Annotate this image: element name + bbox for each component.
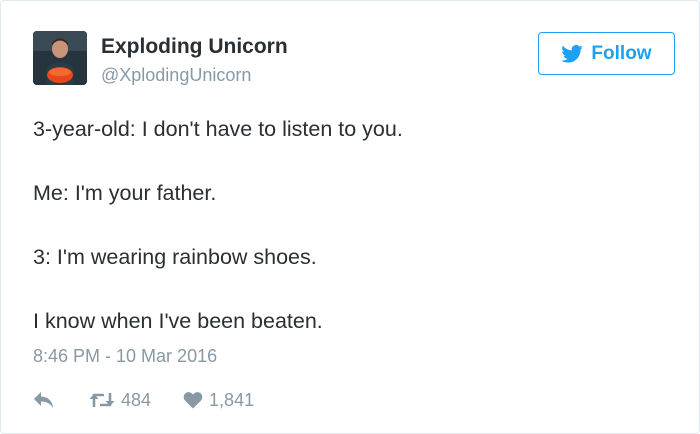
tweet-line: Me: I'm your father. (33, 181, 217, 205)
avatar[interactable] (33, 31, 87, 85)
retweet-button[interactable]: 484 (89, 390, 151, 411)
tweet-actions: 484 1,841 (33, 387, 254, 413)
follow-button[interactable]: Follow (538, 32, 675, 75)
tweet-text: 3-year-old: I don't have to listen to yo… (33, 115, 673, 371)
avatar-image (33, 31, 87, 85)
reply-icon (34, 392, 53, 408)
tweet-line: I know when I've been beaten. (33, 309, 323, 333)
follow-button-label: Follow (591, 42, 652, 64)
like-count: 1,841 (209, 389, 255, 410)
heart-icon (183, 392, 203, 409)
like-button[interactable]: 1,841 (183, 390, 254, 411)
twitter-bird-icon (561, 44, 584, 63)
display-name[interactable]: Exploding Unicorn (101, 35, 288, 59)
tweet-line: 3: I'm wearing rainbow shoes. (33, 245, 317, 269)
tweet-timestamp[interactable]: 8:46 PM - 10 Mar 2016 (33, 346, 217, 367)
retweet-icon (89, 393, 115, 407)
tweet-line: 3-year-old: I don't have to listen to yo… (33, 117, 403, 141)
reply-button[interactable] (33, 391, 55, 409)
tweet-card: Exploding Unicorn @XplodingUnicorn Follo… (0, 0, 700, 434)
retweet-count: 484 (121, 389, 152, 410)
username-handle[interactable]: @XplodingUnicorn (101, 65, 251, 86)
